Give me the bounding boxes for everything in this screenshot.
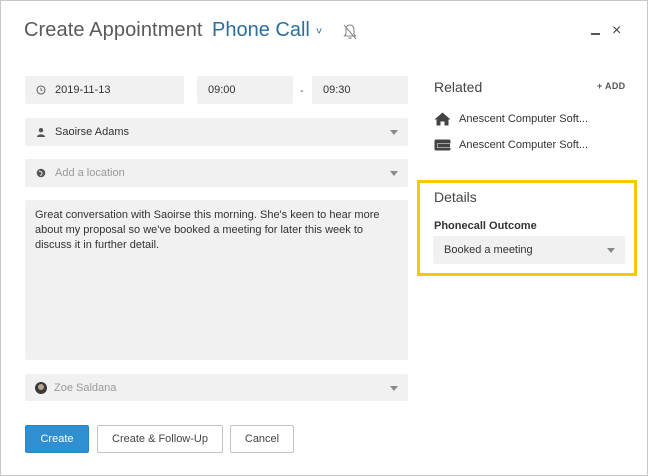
contact-value: Saoirse Adams: [55, 126, 129, 138]
related-item-label: Anescent Computer Soft...: [459, 113, 589, 125]
related-item-label: Anescent Computer Soft...: [459, 139, 589, 151]
create-appointment-dialog: Create Appointment Phone Call ˅ × 2019-1…: [0, 0, 648, 476]
dialog-title: Create Appointment: [24, 19, 203, 41]
date-value: 2019-11-13: [55, 84, 111, 96]
appointment-type-label: Phone Call: [212, 19, 310, 41]
details-heading: Details: [434, 189, 477, 205]
caret-down-icon: [607, 248, 615, 253]
home-icon: [434, 112, 451, 126]
start-time-value: 09:00: [208, 84, 236, 96]
caret-down-icon: [390, 171, 398, 176]
related-item-deal[interactable]: Anescent Computer Soft...: [434, 138, 588, 152]
start-time-field[interactable]: 09:00: [197, 76, 293, 104]
create-button[interactable]: Create: [25, 425, 89, 453]
location-placeholder: Add a location: [55, 167, 125, 179]
bell-off-icon[interactable]: [342, 23, 358, 41]
date-field[interactable]: 2019-11-13: [25, 76, 184, 104]
notes-textarea[interactable]: Great conversation with Saoirse this mor…: [25, 200, 408, 360]
avatar: [35, 381, 47, 394]
create-follow-up-button[interactable]: Create & Follow-Up: [97, 425, 223, 453]
end-time-field[interactable]: 09:30: [312, 76, 408, 104]
caret-down-icon: [390, 385, 398, 391]
phonecall-outcome-label: Phonecall Outcome: [434, 220, 537, 232]
caret-down-icon: [390, 130, 398, 135]
related-heading: Related: [434, 79, 483, 95]
globe-icon: [36, 168, 46, 178]
contact-select[interactable]: Saoirse Adams: [25, 118, 408, 146]
clock-icon: [36, 85, 46, 95]
phonecall-outcome-select[interactable]: Booked a meeting: [433, 236, 625, 264]
cancel-button[interactable]: Cancel: [230, 425, 294, 453]
chevron-down-icon: ˅: [315, 25, 323, 38]
owner-value: Zoe Saldana: [54, 381, 117, 394]
wallet-icon: [434, 139, 451, 151]
related-item-company[interactable]: Anescent Computer Soft...: [434, 112, 588, 126]
location-select[interactable]: Add a location: [25, 159, 408, 187]
phonecall-outcome-value: Booked a meeting: [444, 244, 533, 256]
close-button[interactable]: ×: [612, 23, 621, 39]
owner-select[interactable]: Zoe Saldana: [25, 374, 408, 401]
minimize-button[interactable]: [591, 33, 600, 35]
time-separator: -: [300, 85, 304, 97]
add-related-button[interactable]: + ADD: [597, 81, 625, 91]
person-icon: [37, 128, 45, 137]
end-time-value: 09:30: [323, 84, 351, 96]
appointment-type-dropdown[interactable]: Phone Call ˅: [212, 19, 322, 42]
